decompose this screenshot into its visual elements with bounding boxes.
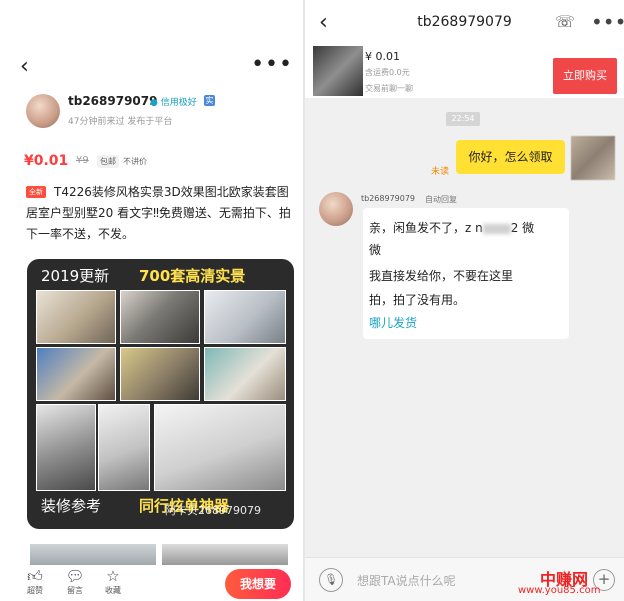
- message-input[interactable]: 想跟TA说点什么呢: [357, 572, 456, 589]
- seller-name[interactable]: tb268979079: [68, 94, 157, 108]
- product-status: 交易前聊一聊: [365, 84, 413, 93]
- original-price: ¥9: [76, 155, 89, 166]
- like-button[interactable]: 👍︎ 超赞: [18, 567, 52, 596]
- back-icon[interactable]: ‹: [20, 54, 29, 79]
- poster-watermark: 阿卡贝268979079: [165, 504, 261, 517]
- thumbs-up-icon: 👍︎: [27, 567, 43, 585]
- star-icon: ☆: [106, 567, 120, 585]
- photo-tile: [120, 347, 200, 401]
- item-detail-panel: ‹ ••• tb268979079 ● 信用极好 实 47分钟前来过 发布于平台…: [0, 0, 303, 601]
- message-text: 亲，闲鱼发不了，z n: [369, 221, 483, 235]
- like-label: 超赞: [27, 586, 43, 595]
- no-bargain-tag: 不讲价: [123, 157, 147, 166]
- item-price: ¥0.01: [24, 153, 69, 169]
- free-shipping-tag: 包邮: [97, 155, 119, 168]
- phone-icon[interactable]: ☏: [555, 12, 575, 31]
- message-line: 微: [369, 243, 382, 257]
- product-price: ¥ 0.01: [365, 50, 400, 63]
- comment-button[interactable]: 💬︎ 留言: [58, 567, 92, 596]
- chat-header: ‹ tb268979079 ☏ •••: [305, 0, 624, 44]
- item-description: T4226装修风格实景3D效果图北欧家装套图居室户型别墅20 看文字‼免费赠送、…: [26, 185, 291, 241]
- favorite-label: 收藏: [105, 586, 121, 595]
- seller-avatar[interactable]: [319, 192, 353, 226]
- product-shipping: 含运费0.0元: [365, 68, 410, 77]
- photo-tile: [36, 404, 96, 491]
- photo-tile: [36, 290, 116, 344]
- item-poster-image[interactable]: 2019更新 700套高清实景 装修参考 同行炫单神器 阿卡贝268979079: [27, 259, 294, 529]
- my-avatar[interactable]: [571, 136, 615, 180]
- redacted-text: [482, 223, 511, 234]
- message-line: 亲，闲鱼发不了，z n 2 微: [369, 220, 534, 236]
- photo-tile: [204, 347, 286, 401]
- message-text: 2 微: [510, 221, 535, 235]
- photo-tile: [154, 404, 286, 491]
- seller-message-bubble[interactable]: 亲，闲鱼发不了，z n 2 微 微 我直接发给你，不要在这里 拍，拍了没有用。 哪…: [363, 208, 569, 339]
- verified-icon: 实: [204, 95, 215, 106]
- photo-tile: [204, 290, 286, 344]
- chat-title: tb268979079: [417, 14, 512, 30]
- chat-panel: ‹ tb268979079 ☏ ••• ¥ 0.01 含运费0.0元 交易前聊一…: [305, 0, 624, 601]
- product-card[interactable]: ¥ 0.01 含运费0.0元 交易前聊一聊 立即购买: [305, 44, 624, 98]
- buy-now-button[interactable]: 立即购买: [553, 58, 617, 94]
- photo-tile: [120, 290, 200, 344]
- site-watermark-url: www.you85.com: [518, 585, 601, 596]
- poster-footer: 装修参考: [41, 497, 102, 515]
- more-options-icon[interactable]: •••: [591, 10, 624, 34]
- new-badge: 全新: [26, 186, 46, 198]
- unread-status: 未读: [431, 167, 450, 177]
- shipping-location-link[interactable]: 哪儿发货: [369, 314, 417, 331]
- seller-avatar[interactable]: [26, 94, 60, 128]
- message-line: 我直接发给你，不要在这里: [369, 269, 514, 283]
- message-line: 拍，拍了没有用。: [369, 293, 466, 307]
- credit-badge: ● 信用极好: [150, 98, 197, 108]
- photo-tile: [98, 404, 150, 491]
- photo-tile: [36, 347, 116, 401]
- my-message-bubble[interactable]: 你好，怎么领取: [456, 140, 565, 174]
- auto-reply-label: 自动回复: [425, 195, 457, 204]
- favorite-button[interactable]: ☆ 收藏: [96, 567, 130, 596]
- sender-name: tb268979079: [361, 194, 416, 203]
- seller-last-seen: 47分钟前来过 发布于平台: [68, 117, 173, 127]
- poster-title: 2019更新: [41, 267, 110, 285]
- product-thumbnail[interactable]: [313, 46, 363, 96]
- want-button[interactable]: 我想要: [225, 569, 291, 599]
- poster-title-highlight: 700套高清实景: [139, 267, 246, 285]
- comment-label: 留言: [67, 586, 83, 595]
- comment-icon: 💬︎: [65, 567, 85, 585]
- more-options-icon[interactable]: •••: [251, 52, 293, 77]
- message-timestamp: 22:54: [446, 112, 480, 126]
- credit-label: 信用极好: [160, 98, 197, 108]
- microphone-icon[interactable]: 🎙︎: [319, 568, 343, 592]
